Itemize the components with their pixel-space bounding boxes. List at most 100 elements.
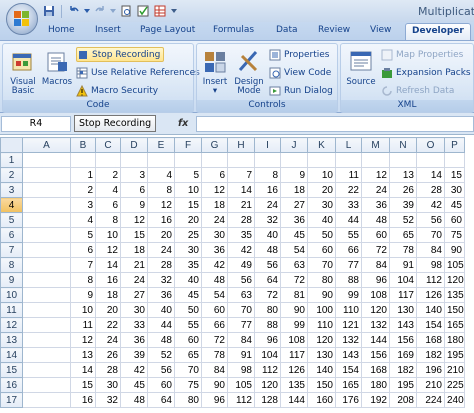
cell[interactable]: 24 bbox=[254, 197, 281, 213]
cell[interactable]: 36 bbox=[201, 242, 228, 258]
column-header[interactable]: B bbox=[70, 137, 96, 153]
cell[interactable]: 135 bbox=[444, 287, 465, 303]
cell[interactable]: 208 bbox=[389, 392, 417, 408]
column-header[interactable]: I bbox=[254, 137, 281, 153]
source-button[interactable]: Source bbox=[343, 48, 379, 87]
cell[interactable]: 11 bbox=[70, 317, 96, 333]
cell[interactable] bbox=[22, 197, 71, 213]
column-header[interactable]: O bbox=[416, 137, 445, 153]
cell[interactable]: 60 bbox=[444, 212, 465, 228]
tab-view[interactable]: View bbox=[370, 25, 391, 35]
cell[interactable]: 13 bbox=[70, 347, 96, 363]
cell[interactable]: 15 bbox=[120, 227, 148, 243]
cell[interactable]: 24 bbox=[201, 212, 228, 228]
insert-function-icon[interactable]: fx bbox=[178, 118, 188, 129]
cell[interactable] bbox=[22, 392, 71, 408]
cell[interactable]: 169 bbox=[389, 347, 417, 363]
cell[interactable]: 49 bbox=[227, 257, 255, 273]
cell[interactable]: 10 bbox=[95, 227, 121, 243]
stop-recording-button[interactable]: Stop Recording bbox=[76, 47, 165, 62]
cell[interactable]: 35 bbox=[174, 257, 202, 273]
cell[interactable]: 55 bbox=[335, 227, 362, 243]
cell[interactable]: 135 bbox=[280, 377, 308, 393]
cell[interactable]: 105 bbox=[227, 377, 255, 393]
row-header[interactable]: 13 bbox=[0, 332, 23, 348]
cell[interactable]: 110 bbox=[335, 302, 362, 318]
cell[interactable]: 195 bbox=[389, 377, 417, 393]
cell[interactable]: 8 bbox=[147, 182, 175, 198]
cell[interactable] bbox=[335, 152, 362, 168]
cell[interactable]: 96 bbox=[201, 392, 228, 408]
cell[interactable]: 56 bbox=[254, 257, 281, 273]
column-header[interactable]: G bbox=[201, 137, 228, 153]
cell[interactable] bbox=[22, 332, 71, 348]
cell[interactable] bbox=[22, 182, 71, 198]
cell[interactable]: 98 bbox=[227, 362, 255, 378]
cell[interactable]: 154 bbox=[335, 362, 362, 378]
table-icon[interactable] bbox=[153, 4, 167, 18]
cell[interactable]: 78 bbox=[389, 242, 417, 258]
cell[interactable]: 14 bbox=[416, 167, 445, 183]
cell[interactable] bbox=[22, 167, 71, 183]
cell[interactable]: 56 bbox=[227, 272, 255, 288]
cell[interactable]: 33 bbox=[335, 197, 362, 213]
cell[interactable] bbox=[280, 152, 308, 168]
cell[interactable] bbox=[307, 152, 336, 168]
row-header[interactable]: 12 bbox=[0, 317, 23, 333]
cell[interactable]: 42 bbox=[201, 257, 228, 273]
cell[interactable]: 32 bbox=[95, 392, 121, 408]
tab-page-layout[interactable]: Page Layout bbox=[140, 25, 195, 35]
cell[interactable]: 65 bbox=[389, 227, 417, 243]
cell[interactable]: 12 bbox=[120, 212, 148, 228]
cell[interactable]: 54 bbox=[280, 242, 308, 258]
cell[interactable]: 60 bbox=[361, 227, 390, 243]
row-header[interactable]: 8 bbox=[0, 257, 23, 273]
cell[interactable]: 96 bbox=[254, 332, 281, 348]
cell[interactable]: 240 bbox=[444, 392, 465, 408]
cell[interactable]: 44 bbox=[147, 317, 175, 333]
cell[interactable]: 156 bbox=[361, 347, 390, 363]
cell[interactable]: 27 bbox=[120, 287, 148, 303]
cell[interactable]: 55 bbox=[174, 317, 202, 333]
row-header[interactable]: 14 bbox=[0, 347, 23, 363]
cell[interactable]: 120 bbox=[307, 332, 336, 348]
cell[interactable]: 90 bbox=[201, 377, 228, 393]
cell[interactable]: 18 bbox=[120, 242, 148, 258]
cell[interactable]: 8 bbox=[70, 272, 96, 288]
cell[interactable]: 60 bbox=[147, 377, 175, 393]
cell[interactable]: 180 bbox=[361, 377, 390, 393]
cell[interactable] bbox=[227, 152, 255, 168]
cell[interactable]: 11 bbox=[335, 167, 362, 183]
cell[interactable]: 60 bbox=[174, 332, 202, 348]
cell[interactable]: 66 bbox=[201, 317, 228, 333]
row-header[interactable]: 2 bbox=[0, 167, 23, 183]
cell[interactable]: 16 bbox=[254, 182, 281, 198]
cell[interactable] bbox=[444, 152, 465, 168]
cell[interactable]: 36 bbox=[280, 212, 308, 228]
cell[interactable]: 3 bbox=[70, 197, 96, 213]
cell[interactable] bbox=[22, 272, 71, 288]
properties-button[interactable]: Properties bbox=[269, 47, 329, 62]
cell[interactable] bbox=[147, 152, 175, 168]
cell[interactable]: 77 bbox=[227, 317, 255, 333]
cell[interactable]: 10 bbox=[307, 167, 336, 183]
view-code-button[interactable]: View Code bbox=[269, 65, 331, 80]
cell[interactable]: 105 bbox=[444, 257, 465, 273]
cell[interactable]: 196 bbox=[416, 362, 445, 378]
row-header[interactable]: 9 bbox=[0, 272, 23, 288]
cell[interactable]: 18 bbox=[280, 182, 308, 198]
cell[interactable]: 1 bbox=[70, 167, 96, 183]
column-header[interactable]: C bbox=[95, 137, 121, 153]
cell[interactable]: 80 bbox=[254, 302, 281, 318]
cell[interactable]: 72 bbox=[254, 287, 281, 303]
redo-dropdown-icon[interactable] bbox=[110, 4, 116, 18]
cell[interactable]: 20 bbox=[307, 182, 336, 198]
visual-basic-button[interactable]: Visual Basic bbox=[5, 48, 41, 96]
row-header[interactable]: 4 bbox=[0, 197, 23, 213]
cell[interactable]: 165 bbox=[335, 377, 362, 393]
cell[interactable]: 132 bbox=[361, 317, 390, 333]
cell[interactable]: 50 bbox=[307, 227, 336, 243]
cell[interactable]: 27 bbox=[280, 197, 308, 213]
cell[interactable]: 56 bbox=[147, 362, 175, 378]
row-header[interactable]: 10 bbox=[0, 287, 23, 303]
